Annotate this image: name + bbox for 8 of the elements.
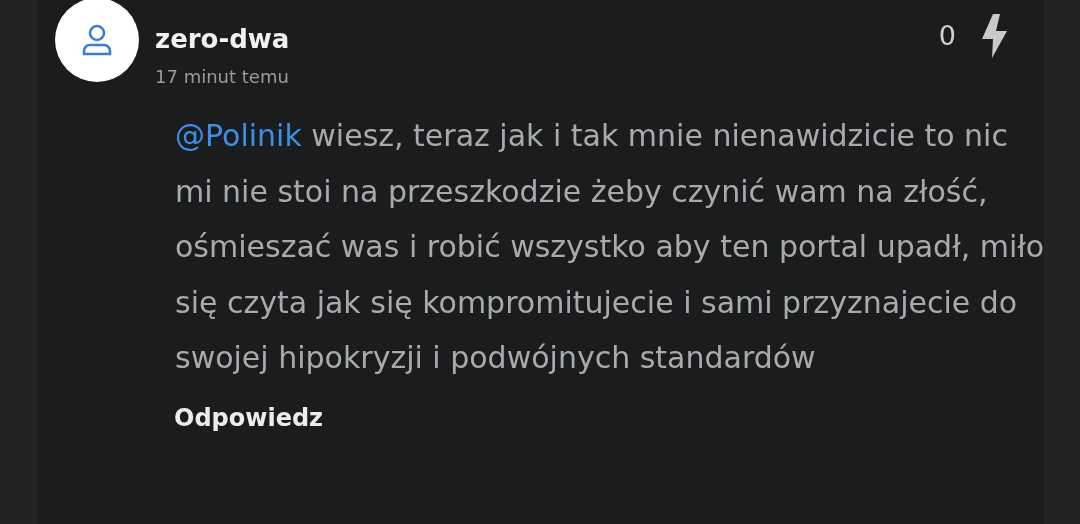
vote-count: 0 — [938, 22, 956, 49]
reply-button[interactable]: Odpowiedz — [174, 405, 324, 430]
user-icon — [80, 23, 114, 57]
comment-text: @Polinik wiesz, teraz jak i tak mnie nienawidzicie to nic mi nie stoi na przeszkodzie żeby czynić wam na złość, ośmieszać was i robić wszystko aby ten portal upadł, miło się czyta jak się kompromitujecie i sami przyznajecie do swojej hipokryzji i podwójnych standardów — [175, 117, 1046, 377]
timestamp: 17 minut temu — [155, 68, 290, 86]
lightning-icon[interactable] — [980, 12, 1008, 58]
mention-link[interactable]: @Polinik — [175, 118, 302, 153]
author-name[interactable]: zero-dwa — [155, 26, 939, 52]
